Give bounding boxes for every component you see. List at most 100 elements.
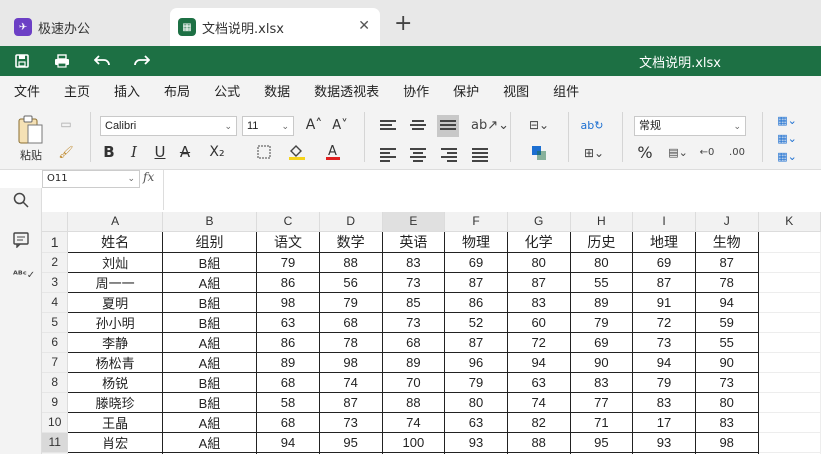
format-painter-icon[interactable]: 🖌 — [58, 144, 74, 160]
convert-case-icon[interactable]: ab↻ — [580, 116, 604, 134]
cell[interactable]: 87 — [694, 251, 759, 273]
cell[interactable]: 历史 — [569, 230, 634, 253]
cell[interactable]: 98 — [318, 351, 383, 373]
close-icon[interactable]: ✕ — [358, 18, 370, 34]
cell[interactable] — [758, 252, 821, 273]
name-box[interactable]: O11 ⌄ — [42, 170, 140, 188]
cell[interactable]: 夏明 — [67, 291, 163, 313]
insert-cells-icon[interactable]: ▦⌄ — [772, 112, 802, 128]
cell[interactable]: 98 — [694, 431, 759, 453]
cell[interactable]: 78 — [694, 271, 759, 293]
row-header[interactable]: 4 — [42, 292, 69, 313]
cell[interactable]: 68 — [256, 371, 320, 393]
cell[interactable]: 63 — [256, 311, 320, 333]
menu-view[interactable]: 视图 — [503, 81, 529, 100]
cell[interactable]: 83 — [381, 251, 446, 273]
row-header[interactable]: 9 — [42, 392, 69, 413]
row-header[interactable]: 8 — [42, 372, 69, 393]
cell[interactable]: 89 — [569, 291, 634, 313]
cell[interactable]: 滕晓珍 — [67, 391, 163, 413]
cell[interactable]: 85 — [381, 291, 446, 313]
cell[interactable]: 87 — [444, 331, 508, 353]
column-header[interactable]: D — [319, 212, 383, 232]
cell[interactable]: 79 — [444, 371, 508, 393]
cell[interactable] — [758, 231, 821, 253]
spell-check-icon[interactable]: ᴬᴮᶜ✓ — [13, 270, 35, 286]
align-left-icon[interactable] — [380, 148, 396, 162]
menu-pivot-table[interactable]: 数据透视表 — [314, 81, 379, 100]
cell[interactable] — [758, 432, 821, 453]
font-size-select[interactable]: 11 ⌄ — [242, 116, 294, 136]
cell[interactable]: 73 — [318, 411, 383, 433]
cell[interactable]: 87 — [632, 271, 696, 293]
select-all-corner[interactable] — [42, 212, 69, 232]
cell[interactable]: 李静 — [67, 331, 163, 353]
cell[interactable] — [758, 352, 821, 373]
increase-decimal-icon[interactable]: ←0 — [696, 142, 718, 162]
cell[interactable]: 86 — [256, 331, 320, 353]
cell[interactable]: 86 — [256, 271, 320, 293]
cell[interactable]: 70 — [381, 371, 446, 393]
cell[interactable]: 95 — [318, 431, 383, 453]
cell[interactable]: 73 — [694, 371, 759, 393]
row-header[interactable]: 5 — [42, 312, 69, 333]
menu-plugins[interactable]: 组件 — [553, 81, 579, 100]
cell[interactable]: 69 — [632, 251, 696, 273]
cell[interactable]: 姓名 — [67, 230, 163, 253]
cell[interactable]: B組 — [161, 371, 258, 393]
cell[interactable]: 56 — [318, 271, 383, 293]
cell[interactable]: 68 — [318, 311, 383, 333]
column-header[interactable]: C — [256, 212, 320, 232]
menu-home[interactable]: 主页 — [64, 81, 91, 106]
cell[interactable]: 83 — [569, 371, 634, 393]
cell[interactable]: 98 — [256, 291, 320, 313]
fill-color-icon[interactable] — [284, 142, 310, 162]
subscript-button[interactable]: X₂ — [202, 142, 232, 162]
cell[interactable]: 96 — [444, 351, 508, 373]
cell[interactable]: 组别 — [161, 230, 258, 253]
column-header[interactable]: G — [507, 212, 571, 232]
cell[interactable]: 周一一 — [67, 271, 163, 293]
cell[interactable]: 90 — [694, 351, 759, 373]
shrink-font-button[interactable]: A˅ — [330, 116, 350, 134]
cell[interactable]: 88 — [506, 431, 571, 453]
cell[interactable]: 74 — [506, 391, 571, 413]
row-header[interactable]: 1 — [42, 231, 69, 253]
cell[interactable]: A組 — [161, 411, 258, 433]
cell[interactable]: 94 — [632, 351, 696, 373]
cell[interactable]: 生物 — [694, 230, 759, 253]
cell[interactable]: 79 — [318, 291, 383, 313]
align-bottom-button[interactable] — [437, 115, 459, 137]
cell[interactable]: 孙小明 — [67, 311, 163, 333]
row-header[interactable]: 6 — [42, 332, 69, 353]
align-middle-icon[interactable] — [410, 120, 426, 132]
paste-label[interactable]: 粘贴 — [14, 148, 48, 162]
row-header[interactable]: 3 — [42, 272, 69, 293]
cell[interactable]: 80 — [506, 251, 571, 273]
column-header[interactable]: A — [67, 212, 163, 232]
cell[interactable] — [758, 372, 821, 393]
grow-font-button[interactable]: A˄ — [304, 116, 324, 134]
cell[interactable]: 100 — [381, 431, 446, 453]
copy-icon[interactable]: ▭ — [58, 116, 74, 132]
italic-button[interactable]: I — [125, 142, 143, 162]
menu-protect[interactable]: 保护 — [453, 81, 479, 100]
format-cells-icon[interactable]: ▦⌄ — [772, 148, 802, 164]
print-icon[interactable] — [52, 51, 72, 71]
row-header[interactable]: 2 — [42, 252, 69, 273]
row-header[interactable]: 7 — [42, 352, 69, 373]
cell[interactable]: 79 — [569, 311, 634, 333]
tab-home[interactable]: ✈ 极速办公 — [0, 8, 165, 46]
cell[interactable]: 63 — [444, 411, 508, 433]
cell[interactable]: 77 — [569, 391, 634, 413]
cell[interactable]: 语文 — [256, 230, 320, 253]
cell[interactable]: 72 — [632, 311, 696, 333]
cell[interactable]: 数学 — [318, 230, 383, 253]
new-tab-button[interactable]: + — [394, 13, 412, 35]
cell[interactable]: 93 — [444, 431, 508, 453]
cell[interactable]: B組 — [161, 311, 258, 333]
cell[interactable]: 杨锐 — [67, 371, 163, 393]
strikethrough-button[interactable]: A — [176, 142, 194, 162]
cell[interactable]: 80 — [694, 391, 759, 413]
save-icon[interactable] — [12, 51, 32, 71]
